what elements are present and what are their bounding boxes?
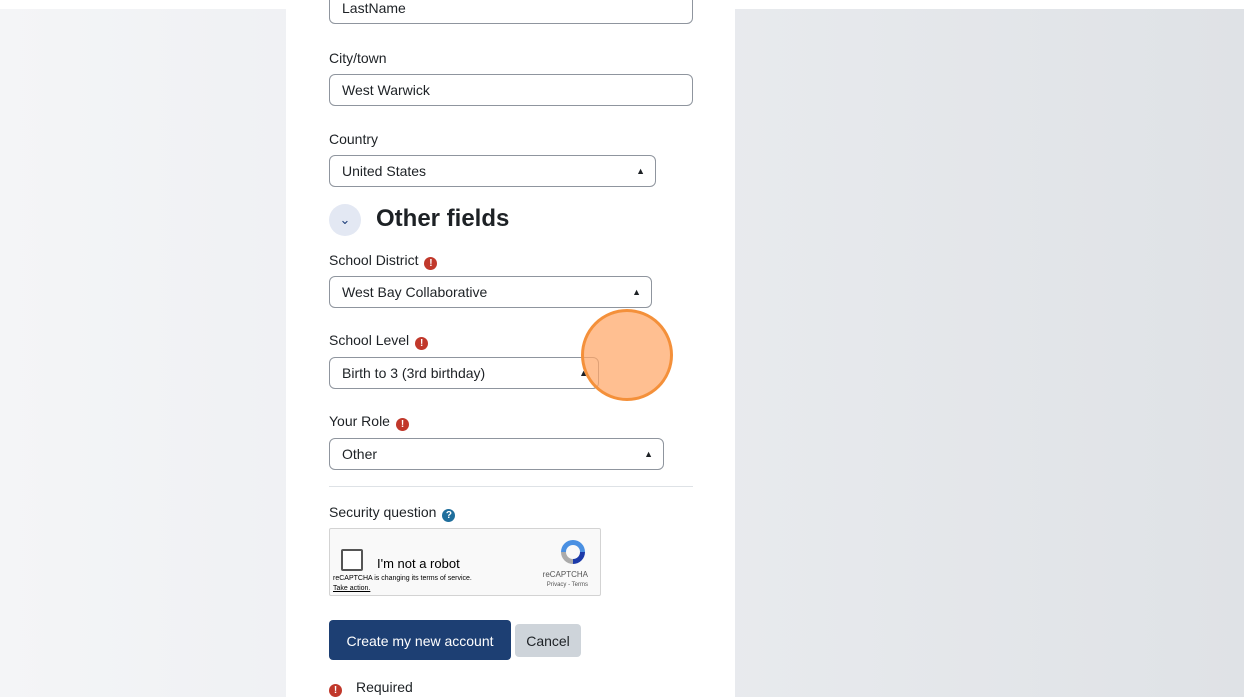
your-role-label: Your Role! <box>329 413 409 431</box>
recaptcha-privacy-terms[interactable]: Privacy - Terms <box>547 582 588 588</box>
your-role-label-text: Your Role <box>329 413 390 429</box>
section-title: Other fields <box>376 205 510 232</box>
recaptcha-checkbox[interactable] <box>341 549 363 571</box>
recaptcha-brand: reCAPTCHA <box>542 570 588 579</box>
required-legend: ! Required <box>329 679 413 697</box>
school-district-label-text: School District <box>329 252 419 268</box>
required-icon: ! <box>415 337 429 350</box>
help-icon[interactable]: ? <box>442 509 456 522</box>
recaptcha-take-action-link[interactable]: Take action. <box>333 585 370 592</box>
recaptcha-notice-text: reCAPTCHA is changing its terms of servi… <box>333 575 472 582</box>
sort-arrows-icon: ▲ <box>644 449 653 459</box>
recaptcha-checkbox-label: I'm not a robot <box>377 556 460 571</box>
school-level-select-value: Birth to 3 (3rd birthday) <box>342 365 486 381</box>
school-level-label-text: School Level <box>329 332 410 348</box>
city-label: City/town <box>329 50 387 66</box>
cancel-button[interactable]: Cancel <box>515 624 581 657</box>
school-level-label: School Level! <box>329 332 429 350</box>
create-account-button[interactable]: Create my new account <box>329 620 511 660</box>
city-input[interactable]: West Warwick <box>329 74 693 106</box>
required-legend-text: Required <box>356 679 413 695</box>
country-label: Country <box>329 131 379 147</box>
country-select[interactable]: United States ▲ <box>329 155 656 187</box>
section-divider <box>329 486 693 487</box>
recaptcha-logo-icon <box>561 540 585 564</box>
your-role-select[interactable]: Other ▲ <box>329 438 664 470</box>
last-name-input[interactable]: LastName <box>329 0 693 24</box>
sort-arrows-icon: ▲ <box>632 287 641 297</box>
your-role-select-value: Other <box>342 446 378 462</box>
chevron-down-icon[interactable]: ⌄ <box>329 204 361 236</box>
school-district-label: School District! <box>329 252 438 270</box>
school-district-select-value: West Bay Collaborative <box>342 284 488 300</box>
required-icon: ! <box>395 418 409 431</box>
required-icon: ! <box>329 684 342 697</box>
recaptcha-widget: I'm not a robot reCAPTCHA is changing it… <box>329 528 601 596</box>
click-highlight-indicator <box>581 309 673 401</box>
required-icon: ! <box>424 257 438 270</box>
recaptcha-notice: reCAPTCHA is changing its terms of servi… <box>333 574 472 594</box>
security-question-label-text: Security question <box>329 504 437 520</box>
school-district-select[interactable]: West Bay Collaborative ▲ <box>329 276 652 308</box>
school-level-select[interactable]: Birth to 3 (3rd birthday) ▲ <box>329 357 599 389</box>
country-select-value: United States <box>342 163 427 179</box>
sort-arrows-icon: ▲ <box>636 166 645 176</box>
security-question-label: Security question? <box>329 504 456 522</box>
